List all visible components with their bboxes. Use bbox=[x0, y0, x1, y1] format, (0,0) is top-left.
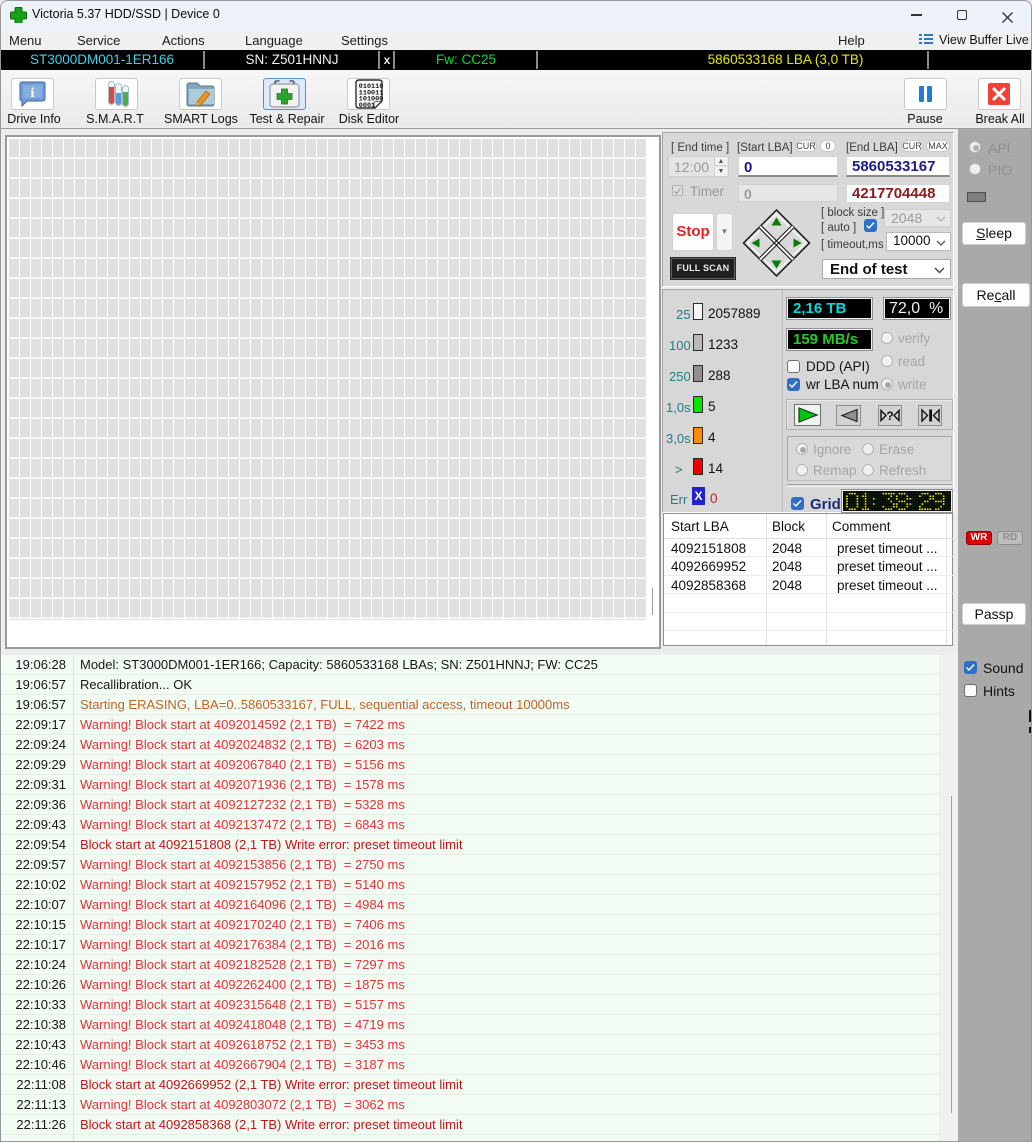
svg-text:i: i bbox=[31, 86, 35, 101]
svg-text:0001: 0001 bbox=[359, 102, 375, 110]
svg-text:?: ? bbox=[886, 409, 893, 423]
